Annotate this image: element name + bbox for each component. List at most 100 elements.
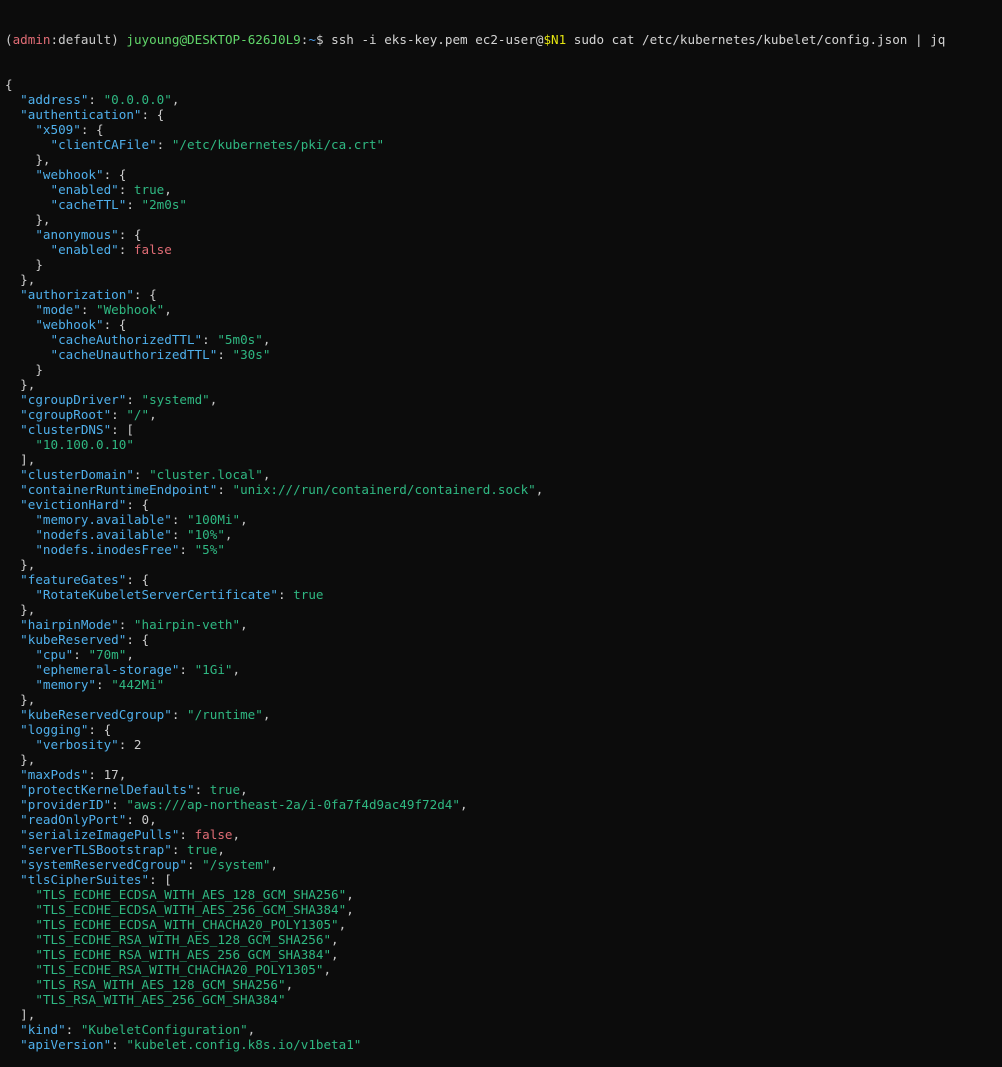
output-line: "anonymous": { bbox=[5, 227, 1002, 242]
output-line: "kind": "KubeletConfiguration", bbox=[5, 1022, 1002, 1037]
output-line: "containerRuntimeEndpoint": "unix:///run… bbox=[5, 482, 1002, 497]
output-line: "serializeImagePulls": false, bbox=[5, 827, 1002, 842]
output-line: "10.100.0.10" bbox=[5, 437, 1002, 452]
json-punctuation: : { bbox=[103, 167, 127, 182]
output-line: "TLS_ECDHE_RSA_WITH_AES_128_GCM_SHA256", bbox=[5, 932, 1002, 947]
output-line: "ephemeral-storage": "1Gi", bbox=[5, 662, 1002, 677]
json-punctuation: : { bbox=[103, 317, 127, 332]
json-punctuation: : bbox=[171, 842, 187, 857]
json-string-value: "2m0s" bbox=[141, 197, 188, 212]
json-punctuation: , bbox=[338, 917, 347, 932]
json-key: "serializeImagePulls" bbox=[20, 827, 180, 842]
command-output: { "address": "0.0.0.0", "authentication"… bbox=[5, 77, 1002, 1052]
json-punctuation: : bbox=[111, 1037, 127, 1052]
json-number-value: 2 bbox=[133, 737, 142, 752]
output-line: "webhook": { bbox=[5, 167, 1002, 182]
json-punctuation: , bbox=[346, 887, 354, 902]
json-punctuation: : bbox=[65, 1022, 81, 1037]
json-punctuation: }, bbox=[20, 752, 36, 767]
json-string-value: "/etc/kubernetes/pki/ca.crt" bbox=[171, 137, 385, 152]
output-line: "cgroupDriver": "systemd", bbox=[5, 392, 1002, 407]
json-string-value: "systemd" bbox=[141, 392, 210, 407]
json-boolean-value: false bbox=[194, 827, 233, 842]
output-line: }, bbox=[5, 557, 1002, 572]
output-line: "TLS_ECDHE_ECDSA_WITH_AES_128_GCM_SHA256… bbox=[5, 887, 1002, 902]
json-string-value: "TLS_ECDHE_RSA_WITH_CHACHA20_POLY1305" bbox=[35, 962, 324, 977]
terminal-window[interactable]: (admin: default) juyoung@DESKTOP-626J0L9:… bbox=[0, 0, 1002, 1052]
json-string-value: "TLS_ECDHE_ECDSA_WITH_AES_128_GCM_SHA256… bbox=[35, 887, 347, 902]
json-string-value: "hairpin-veth" bbox=[133, 617, 241, 632]
output-line: "memory": "442Mi" bbox=[5, 677, 1002, 692]
json-key: "nodefs.inodesFree" bbox=[35, 542, 180, 557]
output-line: { bbox=[5, 77, 1002, 92]
json-string-value: "5m0s" bbox=[217, 332, 263, 347]
json-string-value: "cluster.local" bbox=[149, 467, 263, 482]
json-punctuation: , bbox=[217, 842, 225, 857]
output-line: "hairpinMode": "hairpin-veth", bbox=[5, 617, 1002, 632]
json-key: "cgroupRoot" bbox=[20, 407, 112, 422]
json-punctuation: : bbox=[156, 137, 172, 152]
json-key: "evictionHard" bbox=[20, 497, 127, 512]
json-string-value: "5%" bbox=[194, 542, 225, 557]
json-punctuation: , bbox=[164, 182, 172, 197]
output-line: }, bbox=[5, 692, 1002, 707]
json-punctuation: , bbox=[331, 932, 339, 947]
json-number-value: 0 bbox=[141, 812, 150, 827]
json-punctuation: : bbox=[179, 662, 195, 677]
json-key: "maxPods" bbox=[20, 767, 89, 782]
prompt-line: (admin:default) juyoung@DESKTOP-626J0L9:… bbox=[5, 32, 1002, 47]
json-key: "systemReservedCgroup" bbox=[20, 857, 187, 872]
json-punctuation: , bbox=[126, 647, 134, 662]
json-punctuation: , bbox=[149, 407, 157, 422]
json-string-value: "KubeletConfiguration" bbox=[80, 1022, 248, 1037]
json-key: "anonymous" bbox=[35, 227, 119, 242]
json-key: "clusterDNS" bbox=[20, 422, 112, 437]
json-punctuation: : bbox=[217, 482, 233, 497]
json-punctuation: , bbox=[240, 782, 248, 797]
json-string-value: "0.0.0.0" bbox=[103, 92, 172, 107]
output-line: } bbox=[5, 362, 1002, 377]
json-punctuation: , bbox=[224, 527, 233, 542]
json-key: "memory.available" bbox=[35, 512, 172, 527]
json-punctuation: , bbox=[209, 392, 218, 407]
json-punctuation: : bbox=[126, 392, 142, 407]
json-key: "readOnlyPort" bbox=[20, 812, 127, 827]
output-line: }, bbox=[5, 752, 1002, 767]
output-line: "nodefs.available": "10%", bbox=[5, 527, 1002, 542]
prompt-close-paren: ) bbox=[111, 32, 119, 47]
json-key: "cacheAuthorizedTTL" bbox=[50, 332, 203, 347]
output-line: "readOnlyPort": 0, bbox=[5, 812, 1002, 827]
json-punctuation: : { bbox=[141, 107, 165, 122]
output-line: "TLS_ECDHE_ECDSA_WITH_AES_256_GCM_SHA384… bbox=[5, 902, 1002, 917]
json-key: "authentication" bbox=[20, 107, 142, 122]
json-punctuation: : bbox=[111, 797, 127, 812]
json-punctuation: : { bbox=[126, 632, 150, 647]
json-punctuation: : bbox=[126, 197, 142, 212]
command-text-part2: sudo cat /etc/kubernetes/kubelet/config.… bbox=[566, 32, 946, 47]
json-string-value: "/" bbox=[126, 407, 150, 422]
json-punctuation: , bbox=[346, 902, 354, 917]
json-key: "containerRuntimeEndpoint" bbox=[20, 482, 218, 497]
output-line: "maxPods": 17, bbox=[5, 767, 1002, 782]
json-string-value: "100Mi" bbox=[187, 512, 241, 527]
